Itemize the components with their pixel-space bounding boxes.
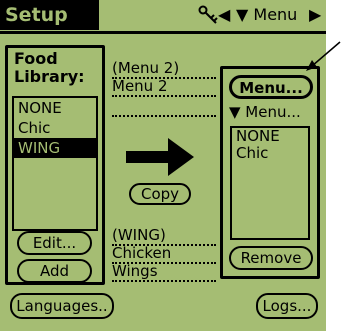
languages-button[interactable]: Languages.. [10, 293, 114, 319]
food-library-list[interactable]: NONE Chic WING [12, 96, 98, 231]
menu-selector[interactable]: ▼ Menu [236, 6, 297, 24]
edit-button[interactable]: Edit... [17, 231, 92, 255]
remove-button[interactable]: Remove [229, 246, 313, 270]
key-icon[interactable] [198, 5, 220, 27]
palm-setup-screen: Setup ◀ ▼ Menu ▶ Food Library: NONE Chic… [0, 0, 326, 331]
list-item[interactable]: NONE [14, 98, 96, 118]
list-item[interactable]: WING [14, 138, 96, 158]
next-arrow-icon[interactable]: ▶ [309, 6, 321, 24]
food-library-panel: Food Library: NONE Chic WING Edit... Add [5, 45, 105, 285]
food-library-label-line2: Library: [14, 67, 85, 86]
title-divider [0, 31, 326, 34]
form-title: Setup [0, 0, 99, 30]
menu-panel: Menu... ▼ Menu... NONE Chic Remove [220, 66, 320, 279]
list-item[interactable]: Chic [232, 145, 308, 162]
copy-button[interactable]: Copy [129, 183, 191, 205]
copy-arrow-icon [126, 138, 194, 176]
selected-food-code: (WING) [112, 226, 216, 246]
add-button[interactable]: Add [17, 259, 92, 283]
callout-arrow-icon [306, 41, 341, 71]
title-bar: Setup ◀ ▼ Menu ▶ [0, 0, 326, 34]
menu-dropdown[interactable]: ▼ Menu... [229, 103, 301, 121]
source-menu-name: (Menu 2) [112, 59, 216, 79]
menu-item-list[interactable]: NONE Chic [230, 126, 310, 240]
list-item[interactable]: NONE [232, 128, 308, 145]
selected-food-name-line2: Wings [112, 262, 216, 282]
source-menu-blank-line [112, 103, 216, 117]
food-library-label-line1: Food [14, 49, 58, 68]
prev-arrow-icon[interactable]: ◀ [218, 6, 230, 24]
list-item[interactable]: Chic [14, 118, 96, 138]
logs-button[interactable]: Logs... [256, 293, 318, 319]
selected-food-name-line1: Chicken [112, 244, 216, 264]
source-menu-title: Menu 2 [112, 77, 216, 97]
